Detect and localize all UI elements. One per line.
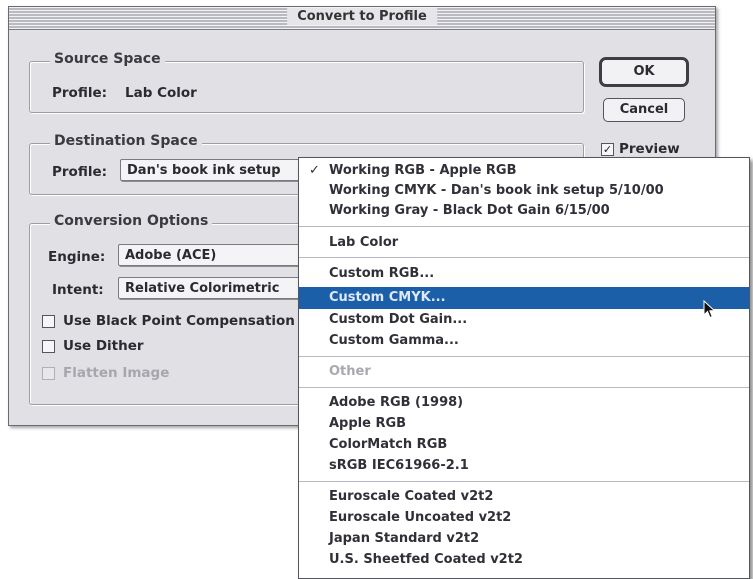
engine-label: Engine:	[48, 249, 106, 265]
menu-item-srgb[interactable]: sRGB IEC61966-2.1	[299, 456, 749, 476]
menu-item-adobe-rgb[interactable]: Adobe RGB (1998)	[299, 393, 749, 413]
source-profile-value: Lab Color	[125, 85, 197, 101]
engine-popup[interactable]: Adobe (ACE)	[118, 244, 318, 266]
menu-item-japan-standard[interactable]: Japan Standard v2t2	[299, 529, 749, 549]
intent-label: Intent:	[52, 282, 104, 298]
intent-popup[interactable]: Relative Colorimetric	[118, 277, 318, 299]
menu-separator	[299, 387, 749, 388]
menu-separator	[299, 481, 749, 482]
menu-item-euroscale-coated[interactable]: Euroscale Coated v2t2	[299, 487, 749, 507]
menu-item-us-sheetfed-coated[interactable]: U.S. Sheetfed Coated v2t2	[299, 550, 749, 570]
source-space-legend: Source Space	[50, 51, 165, 67]
profile-dropdown-menu: ✓ Working RGB - Apple RGB Working CMYK -…	[298, 157, 750, 579]
preview-checkbox[interactable]: ✓	[601, 143, 614, 156]
menu-item-working-gray[interactable]: Working Gray - Black Dot Gain 6/15/00	[299, 201, 749, 221]
menu-item-working-rgb[interactable]: ✓ Working RGB - Apple RGB	[299, 161, 749, 181]
dialog-title: Convert to Profile	[287, 8, 437, 25]
menu-separator	[299, 257, 749, 258]
menu-item-euroscale-uncoated[interactable]: Euroscale Uncoated v2t2	[299, 508, 749, 528]
menu-item-custom-cmyk[interactable]: Custom CMYK...	[299, 287, 749, 309]
destination-profile-label: Profile:	[52, 164, 108, 180]
menu-item-custom-gamma[interactable]: Custom Gamma...	[299, 331, 749, 351]
menu-item-custom-rgb[interactable]: Custom RGB...	[299, 264, 749, 284]
menu-item-other: Other	[329, 364, 371, 379]
ok-button[interactable]: OK	[599, 57, 689, 87]
mouse-pointer-icon	[703, 300, 716, 319]
source-profile-label: Profile:	[52, 85, 108, 101]
black-point-label[interactable]: Use Black Point Compensation	[63, 313, 295, 329]
flatten-image-checkbox	[42, 367, 55, 380]
flatten-image-label: Flatten Image	[63, 365, 170, 381]
destination-profile-popup[interactable]: Dan's book ink setup	[120, 159, 320, 181]
cancel-button[interactable]: Cancel	[603, 98, 685, 122]
title-bar[interactable]: Convert to Profile	[9, 7, 715, 30]
preview-label[interactable]: Preview	[619, 141, 680, 157]
menu-item-working-cmyk[interactable]: Working CMYK - Dan's book ink setup 5/10…	[299, 181, 749, 201]
dither-label[interactable]: Use Dither	[63, 338, 144, 354]
menu-item-lab-color[interactable]: Lab Color	[299, 233, 749, 253]
dither-checkbox[interactable]	[42, 340, 55, 353]
menu-item-custom-dot-gain[interactable]: Custom Dot Gain...	[299, 310, 749, 330]
menu-separator	[299, 226, 749, 227]
menu-item-apple-rgb[interactable]: Apple RGB	[299, 414, 749, 434]
source-space-group: Source Space Profile: Lab Color	[29, 51, 584, 113]
destination-space-legend: Destination Space	[50, 133, 202, 149]
menu-separator	[299, 356, 749, 357]
black-point-checkbox[interactable]	[42, 315, 55, 328]
menu-item-colormatch-rgb[interactable]: ColorMatch RGB	[299, 435, 749, 455]
conversion-options-legend: Conversion Options	[50, 213, 213, 229]
checkmark-icon: ✓	[309, 163, 320, 178]
